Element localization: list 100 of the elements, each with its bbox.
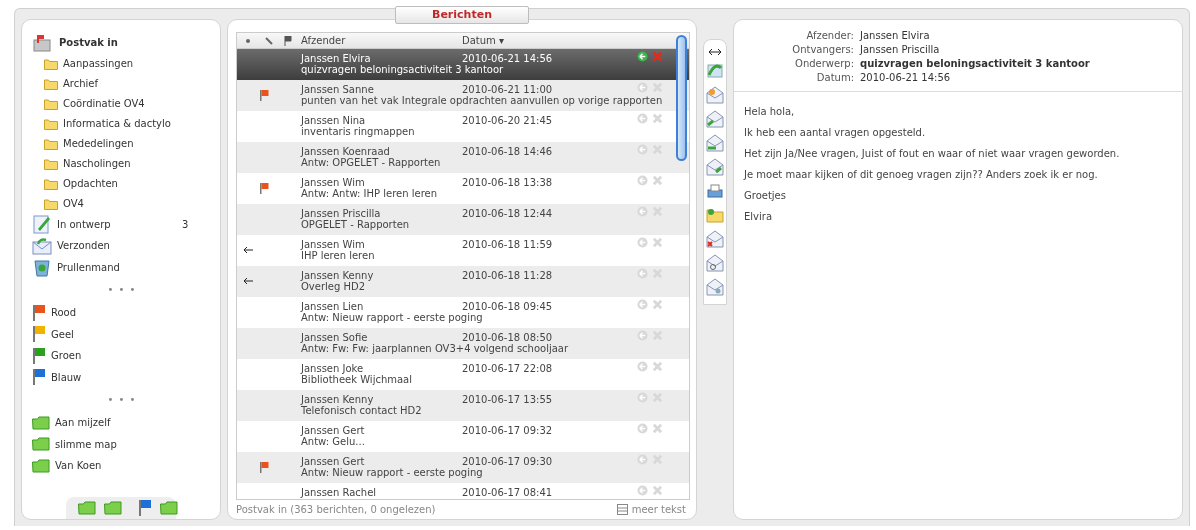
message-date: 2010-06-18 08:50 <box>462 332 554 343</box>
folder-name[interactable]: OV4 <box>63 198 212 209</box>
folder-name[interactable]: Geel <box>51 328 212 340</box>
header-value: quizvragen beloningsactiviteit 3 kantoor <box>860 58 1091 69</box>
message-date: 2010-06-18 09:45 <box>462 301 554 312</box>
message-date: 2010-06-18 14:46 <box>462 146 554 157</box>
folder-name[interactable]: Coördinatie OV4 <box>63 98 212 109</box>
resize-arrow-icon[interactable] <box>708 48 722 56</box>
header-label: Afzender: <box>805 30 854 41</box>
folder-name[interactable]: slimme map <box>55 438 212 450</box>
dot-icon <box>246 38 250 43</box>
envelope-icon[interactable] <box>706 254 724 272</box>
sender-name: Janssen Wim <box>299 239 366 250</box>
flag-icon[interactable] <box>138 499 152 517</box>
message-subject: Overleg HD2 <box>300 281 366 294</box>
folder-name[interactable]: Aanpassingen <box>63 58 212 69</box>
envelope-icon[interactable] <box>706 134 724 152</box>
sender-name: Janssen Koenraad <box>299 146 391 157</box>
item-count: 3 <box>182 218 190 230</box>
folder-icon[interactable] <box>160 501 178 515</box>
sender-name: Janssen Lien <box>299 301 365 312</box>
message-paragraph: Het zijn Ja/Nee vragen, Juist of fout en waar of niet waar vragen geworden. <box>744 148 1121 159</box>
envelope-icon[interactable] <box>706 86 724 104</box>
trash-icon <box>32 257 52 278</box>
folder-name[interactable]: Aan mijzelf <box>55 417 212 429</box>
folder-name[interactable]: Blauw <box>51 371 212 383</box>
folder-icon <box>44 57 58 70</box>
delete-icon[interactable] <box>652 51 663 62</box>
flag-icon <box>259 460 269 473</box>
folder-icon[interactable] <box>104 501 122 515</box>
folder-icon <box>44 197 58 210</box>
folder-name[interactable]: Archief <box>63 78 212 89</box>
more-text-button[interactable]: meer tekst <box>616 503 686 515</box>
sender-name: Janssen Kenny <box>299 394 374 405</box>
sender-name: Janssen Wim <box>299 177 366 188</box>
envelope-icon[interactable] <box>706 230 724 248</box>
sender-name: Janssen Gert <box>299 456 366 467</box>
folder-icon <box>44 117 58 130</box>
mailbox-icon <box>32 33 54 52</box>
scrollbar-thumb[interactable] <box>676 35 687 161</box>
message-date: 2010-06-18 12:44 <box>462 208 554 219</box>
printer-icon[interactable] <box>706 182 724 200</box>
messages-tab[interactable]: Berichten <box>395 6 529 24</box>
folder-name[interactable]: Rood <box>51 307 212 319</box>
header-value: 2010-06-21 14:56 <box>860 72 952 83</box>
folder-name[interactable]: Van Koen <box>55 460 212 472</box>
folder-icon <box>32 458 50 473</box>
folder-name[interactable]: Opdachten <box>63 178 212 189</box>
envelope-icon[interactable] <box>706 158 724 176</box>
message-subject: Antw: Nieuw rapport - eerste poging <box>300 312 484 325</box>
document-pencil-icon <box>32 214 52 235</box>
folder-icon <box>32 437 50 452</box>
message-subject: Bibliotheek Wijchmaal <box>300 374 414 387</box>
message-subject: punten van het vak Integrale opdrachten aanvullen op vorige rapporten <box>300 95 664 108</box>
envelope-icon[interactable] <box>706 110 724 128</box>
sender-name: Janssen Nina <box>299 115 367 126</box>
column-header[interactable]: Datum ▾ <box>462 35 582 46</box>
folder-name[interactable]: Verzonden <box>57 240 212 252</box>
folder-icon[interactable] <box>78 501 96 515</box>
message-date: 2010-06-21 11:00 <box>462 84 554 95</box>
header-label: Onderwerp: <box>794 58 854 69</box>
message-row[interactable]: Janssen Elvira 2010-06-21 14:56 quizvragen beloningsactiviteit 3 kantoor <box>237 49 689 80</box>
folder-name[interactable]: Postvak in <box>59 37 212 49</box>
message-date: 2010-06-20 21:45 <box>462 115 554 126</box>
flag-icon <box>259 88 269 101</box>
message-date: 2010-06-17 22:08 <box>462 363 554 374</box>
separator-dots: • • • <box>106 283 138 297</box>
column-header[interactable]: Afzender <box>297 35 462 46</box>
message-date: 2010-06-18 11:59 <box>462 239 554 250</box>
folder-name[interactable]: Groen <box>51 350 212 362</box>
message-subject: OPGELET - Rapporten <box>300 219 411 232</box>
folder-icon <box>44 97 58 110</box>
envelope-icon[interactable] <box>706 278 724 296</box>
folder-icon <box>44 157 58 170</box>
header-label: Datum: <box>815 72 854 83</box>
message-date: 2010-06-18 13:38 <box>462 177 554 188</box>
folder-name[interactable]: Prullenmand <box>57 261 212 273</box>
folder-icon[interactable] <box>706 206 724 224</box>
message-subject: IHP leren leren <box>300 250 376 263</box>
folder-name[interactable]: Mededelingen <box>63 138 212 149</box>
message-subject: Antw: OPGELET - Rapporten <box>300 157 442 170</box>
message-paragraph: Elvira <box>744 211 774 222</box>
message-paragraph: Hela hola, <box>744 106 796 117</box>
sender-name: Janssen Joke <box>299 363 365 374</box>
reply-arrow-icon <box>243 277 253 285</box>
message-date: 2010-06-17 13:55 <box>462 394 554 405</box>
folder-icon <box>32 415 50 430</box>
message-date: 2010-06-18 11:28 <box>462 270 554 281</box>
folder-name[interactable]: Informatica & dactylo <box>63 118 212 129</box>
header-value: Janssen Priscilla <box>860 44 941 55</box>
folder-name[interactable]: In ontwerp <box>57 218 177 230</box>
message-date: 2010-06-17 09:32 <box>462 425 554 436</box>
message-date: 2010-06-21 14:56 <box>462 53 554 64</box>
reply-icon[interactable] <box>637 51 648 62</box>
message-subject: quizvragen beloningsactiviteit 3 kantoor <box>300 64 505 77</box>
folder-name[interactable]: Nascholingen <box>63 158 212 169</box>
separator-dots: • • • <box>106 393 138 407</box>
message-subject: Telefonisch contact HD2 <box>300 405 423 418</box>
message-subject: Antw: Antw: IHP leren leren <box>300 188 439 201</box>
message-paragraph: Je moet maar kijken of dit genoeg vragen zijn?? Anders zoek ik er nog. <box>744 169 1099 180</box>
